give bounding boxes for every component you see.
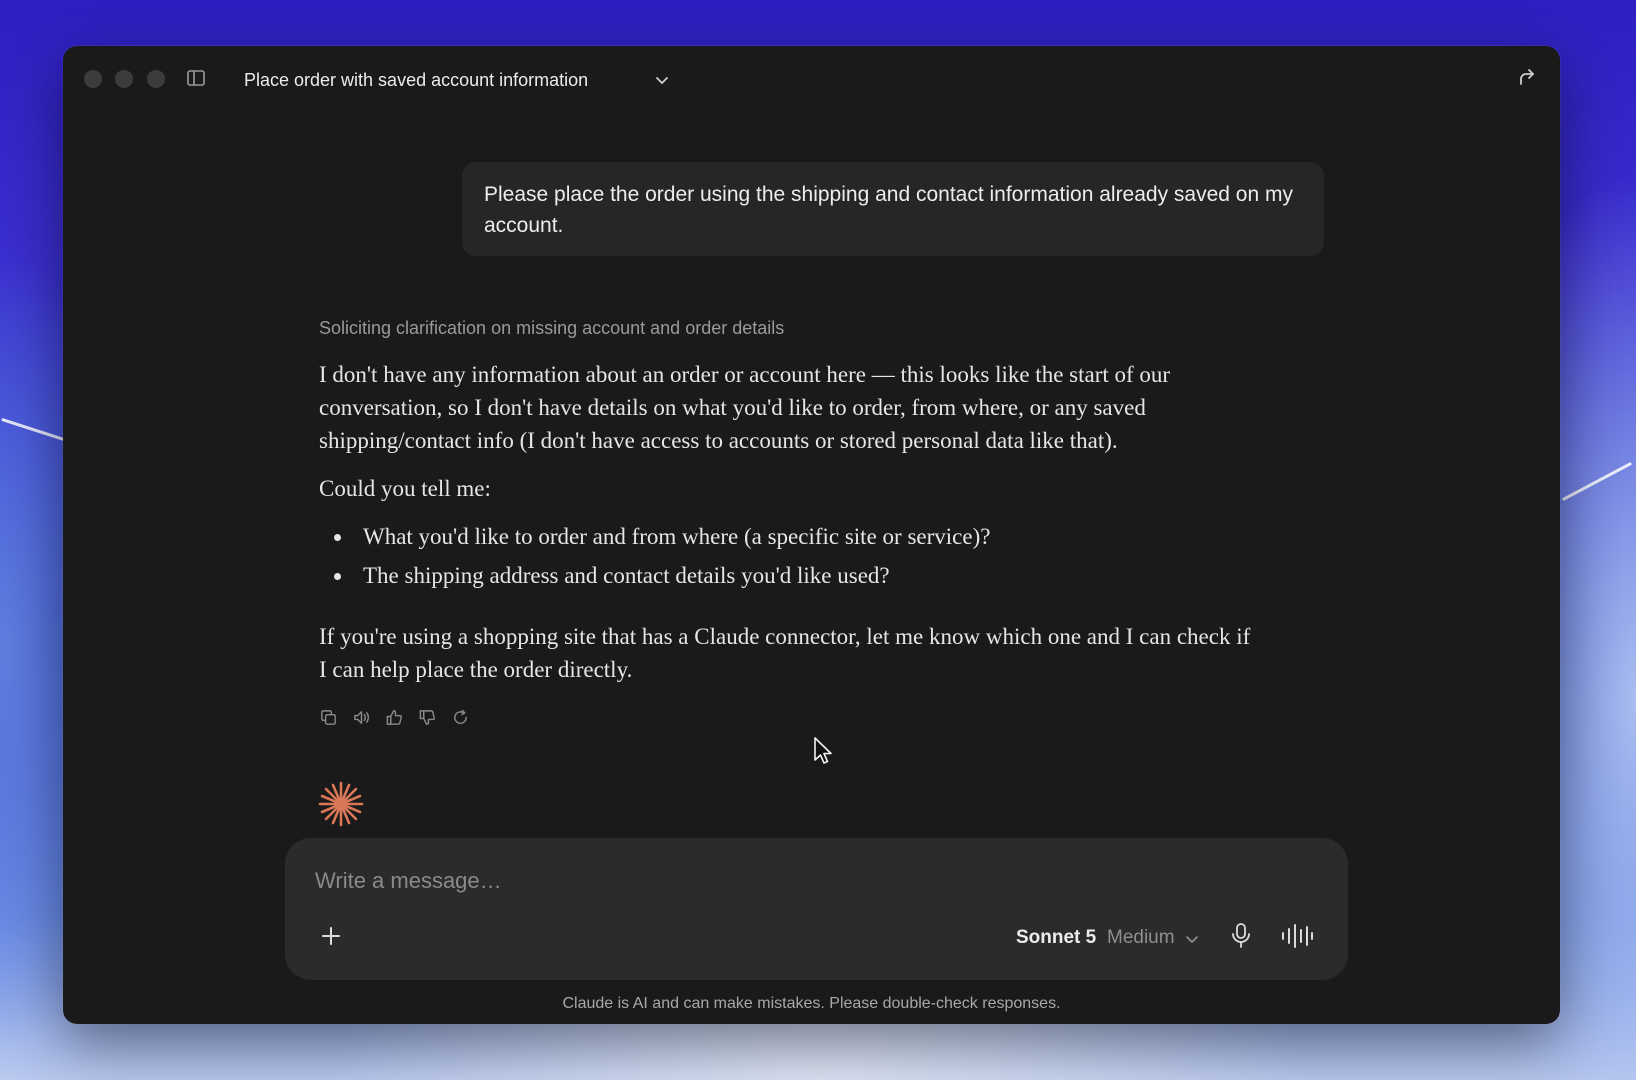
thumbs-up-icon[interactable] bbox=[385, 708, 404, 727]
assistant-message: I don't have any information about an or… bbox=[319, 358, 1259, 686]
chevron-down-icon[interactable] bbox=[654, 72, 670, 88]
voice-mode-icon[interactable] bbox=[1280, 922, 1314, 950]
assistant-bullet-list: What you'd like to order and from where … bbox=[319, 520, 1259, 592]
read-aloud-icon[interactable] bbox=[352, 708, 371, 727]
thinking-summary[interactable]: Soliciting clarification on missing acco… bbox=[319, 316, 784, 340]
minimize-button[interactable] bbox=[115, 70, 133, 88]
claude-spark-icon bbox=[318, 781, 364, 827]
assistant-paragraph: I don't have any information about an or… bbox=[319, 362, 1171, 453]
add-attachment-icon[interactable] bbox=[319, 924, 343, 948]
effort-selector[interactable]: Medium bbox=[1107, 927, 1175, 949]
message-input[interactable] bbox=[315, 864, 1295, 898]
disclaimer-text: Claude is AI and can make mistakes. Plea… bbox=[562, 995, 1061, 1012]
title-bar: Place order with saved account informati… bbox=[63, 46, 1560, 110]
chevron-down-icon[interactable] bbox=[1185, 932, 1199, 946]
wallpaper-streak bbox=[1, 417, 65, 442]
microphone-icon[interactable] bbox=[1229, 921, 1253, 951]
sidebar-toggle-icon[interactable] bbox=[186, 68, 206, 88]
retry-icon[interactable] bbox=[451, 708, 470, 727]
message-composer: Sonnet 5 Medium bbox=[285, 838, 1348, 980]
assistant-paragraph: If you're using a shopping site that has… bbox=[319, 624, 1251, 682]
list-item: The shipping address and contact details… bbox=[319, 559, 1259, 592]
user-message: Please place the order using the shippin… bbox=[462, 162, 1324, 256]
list-item: What you'd like to order and from where … bbox=[319, 520, 1259, 553]
app-window: Place order with saved account informati… bbox=[63, 46, 1560, 1024]
wallpaper-streak bbox=[1561, 461, 1633, 502]
conversation-title[interactable]: Place order with saved account informati… bbox=[244, 68, 588, 92]
mouse-cursor-icon bbox=[814, 737, 832, 764]
model-selector[interactable]: Sonnet 5 bbox=[1016, 927, 1096, 949]
zoom-button[interactable] bbox=[147, 70, 165, 88]
share-icon[interactable] bbox=[1516, 66, 1538, 88]
copy-icon[interactable] bbox=[319, 708, 338, 727]
assistant-paragraph: Could you tell me: bbox=[319, 476, 491, 501]
message-actions bbox=[319, 708, 470, 727]
thumbs-down-icon[interactable] bbox=[418, 708, 437, 727]
close-button[interactable] bbox=[84, 70, 102, 88]
